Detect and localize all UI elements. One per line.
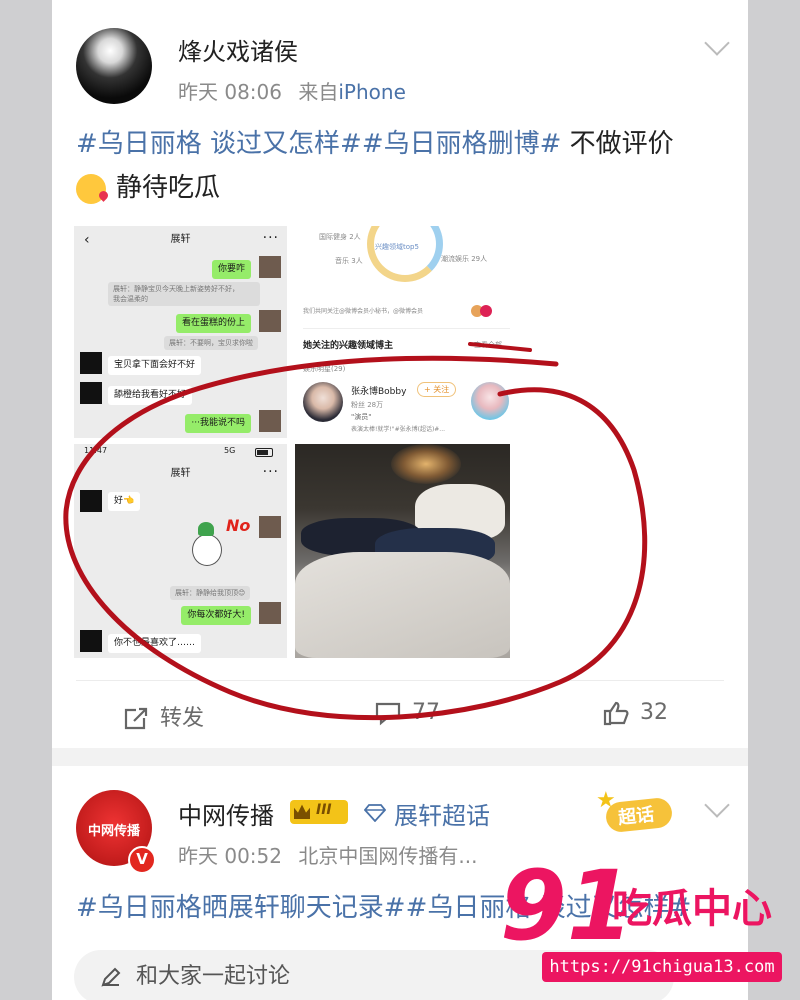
chat-avatar [80, 630, 102, 652]
section-title: 她关注的兴趣领域博主 [303, 341, 394, 351]
status-time: 11:47 [84, 446, 108, 455]
member-level-badge: III [290, 800, 348, 824]
watermark-title: 吃瓜中心 [612, 886, 772, 932]
post-time: 昨天 00:52 [178, 844, 282, 868]
chat-header: 展轩 ··· [74, 460, 287, 488]
post-time: 昨天 08:06 [178, 80, 282, 104]
star-name[interactable]: 张永博Bobby [351, 384, 406, 397]
comment-button[interactable]: 77 [374, 700, 440, 726]
hashtag[interactable]: #乌日丽格删博# [362, 129, 562, 159]
thumbs-up-icon [603, 701, 629, 726]
chat-message: 你不也最喜欢了…… [108, 634, 202, 653]
comment-icon [375, 702, 401, 726]
chevron-down-icon[interactable] [704, 792, 730, 818]
star-desc: 表演太棒!就学!"#张永博(超话)#... [351, 426, 446, 433]
back-icon: ‹ [84, 232, 90, 248]
chat-avatar [259, 256, 281, 278]
chat-message: 舔橙给我看好不好 [108, 386, 193, 405]
post-text: #乌日丽格 谈过又怎样##乌日丽格删博# 不做评价 静待吃瓜 [76, 122, 726, 210]
chat-avatar [259, 516, 281, 538]
star-avatar[interactable] [303, 382, 343, 422]
lamp-glow [391, 444, 461, 484]
site-watermark: 91 吃瓜中心 https://91chigua13.com [500, 850, 800, 1000]
chat-avatar [80, 382, 102, 404]
pencil-icon [101, 967, 121, 987]
category-label: 娱乐明星(29) [303, 365, 346, 373]
chat-avatar [259, 602, 281, 624]
source-prefix: 来自 [298, 80, 339, 104]
post-image-bedroom-photo[interactable] [295, 444, 510, 658]
chat-message: 你每次都好大! [181, 606, 251, 625]
comment-placeholder: 和大家一起讨论 [136, 964, 291, 989]
repost-icon [124, 707, 148, 730]
interest-donut-chart [367, 226, 443, 282]
star-avatar-2[interactable] [471, 382, 509, 420]
sticker-text: No [226, 516, 251, 535]
chat-message: 看在蛋糕的份上 [175, 314, 251, 333]
chat-title: 展轩 [170, 234, 191, 245]
level-text: III [316, 802, 332, 818]
repost-label: 转发 [160, 706, 205, 731]
chat-title: 展轩 [170, 468, 191, 479]
diamond-icon [364, 804, 386, 822]
chat-message: ···我能说不吗 [185, 414, 251, 433]
chat-avatar [259, 310, 281, 332]
star-fans: 粉丝 28万 [351, 401, 384, 409]
post-image-chat-2[interactable]: 11:47 5G 展轩 ··· 好👈 No 展轩：静静给我顶顶😊 你每次都好大!… [74, 444, 287, 658]
more-icon: ··· [262, 464, 279, 480]
hashtag[interactable]: #乌日丽格 谈过又怎样# [76, 129, 362, 159]
chevron-down-icon[interactable] [704, 30, 730, 56]
post-image-chat-1[interactable]: ‹ 展轩 ··· 你要咋 展轩：静静宝贝今天晚上新姿势好不好， 我会温柔的 看在蛋… [74, 226, 287, 438]
chat-avatar [259, 410, 281, 432]
sticker-label: 超话 [617, 804, 656, 829]
crown-icon [294, 804, 310, 819]
verified-badge-icon: V [128, 846, 156, 874]
repost-button[interactable]: 转发 [122, 700, 204, 732]
like-count: 32 [640, 700, 668, 725]
super-topic-sticker[interactable]: ★ 超话 [592, 788, 680, 840]
chat-message: 宝贝拿下面会好不好 [108, 356, 202, 375]
post-source[interactable]: iPhone [338, 80, 406, 104]
chat-header: ‹ 展轩 ··· [74, 226, 287, 254]
post-actions: 转发 77 32 [52, 680, 748, 748]
like-button[interactable]: 32 [602, 700, 668, 726]
chat-message: 你要咋 [211, 260, 251, 279]
bed-sheet [295, 552, 510, 658]
weibo-feed: 烽火戏诸侯 昨天 08:06 来自iPhone #乌日丽格 谈过又怎样##乌日丽… [52, 0, 748, 1000]
interest-label: 音乐 3人 [335, 257, 363, 265]
post-body: 静待吃瓜 [116, 173, 221, 203]
chat-system-note: 展轩：静静宝贝今天晚上新姿势好不好， 我会温柔的 [108, 282, 260, 306]
more-icon: ··· [262, 230, 279, 246]
post-meta: 昨天 00:52 北京中国网传播有... [178, 840, 477, 869]
kissing-heart-emoji-icon [76, 173, 106, 204]
post-image-profile[interactable]: 兴趣领域top5 国际健身 2人 音乐 3人 潮流娱乐 29人 我们共同关注@微… [295, 226, 510, 438]
avatar-text: 中网传播 [87, 824, 140, 839]
username[interactable]: 烽火戏诸侯 [178, 32, 298, 67]
post-body: 不做评价 [561, 129, 674, 159]
status-network: 5G [224, 446, 236, 455]
chat-message: 好👈 [108, 492, 141, 511]
chat-system-note: 展轩：不要啊，宝贝求你啦 [164, 336, 258, 350]
interest-label: 国际健身 2人 [319, 233, 361, 241]
interest-label: 潮流娱乐 29人 [441, 255, 488, 263]
super-topic-link[interactable]: 展轩超话 [394, 796, 490, 831]
ring-label: 兴趣领域top5 [375, 243, 419, 251]
post-meta: 昨天 08:06 来自iPhone [178, 76, 406, 105]
post-card: 烽火戏诸侯 昨天 08:06 来自iPhone #乌日丽格 谈过又怎样##乌日丽… [52, 0, 748, 748]
mini-avatars [471, 302, 492, 321]
star-tag: "演员" [351, 413, 372, 421]
chat-avatar [80, 490, 102, 512]
watermark-url: https://91chigua13.com [542, 952, 782, 982]
battery-icon [255, 448, 273, 457]
hashtag[interactable]: #乌日丽格晒展轩聊天记录# [76, 893, 406, 923]
view-all-link[interactable]: 查看全部 [474, 340, 502, 350]
follow-button[interactable]: + 关注 [417, 382, 457, 397]
username[interactable]: 中网传播 [178, 796, 274, 831]
chat-system-note: 展轩：静静给我顶顶😊 [170, 586, 251, 600]
user-avatar[interactable] [76, 28, 152, 104]
chat-avatar [80, 352, 102, 374]
common-follow-note: 我们共同关注@微博会员小秘书，@微博会员 [303, 308, 424, 315]
comment-count: 77 [412, 700, 440, 725]
post-source: 北京中国网传播有... [298, 844, 478, 868]
